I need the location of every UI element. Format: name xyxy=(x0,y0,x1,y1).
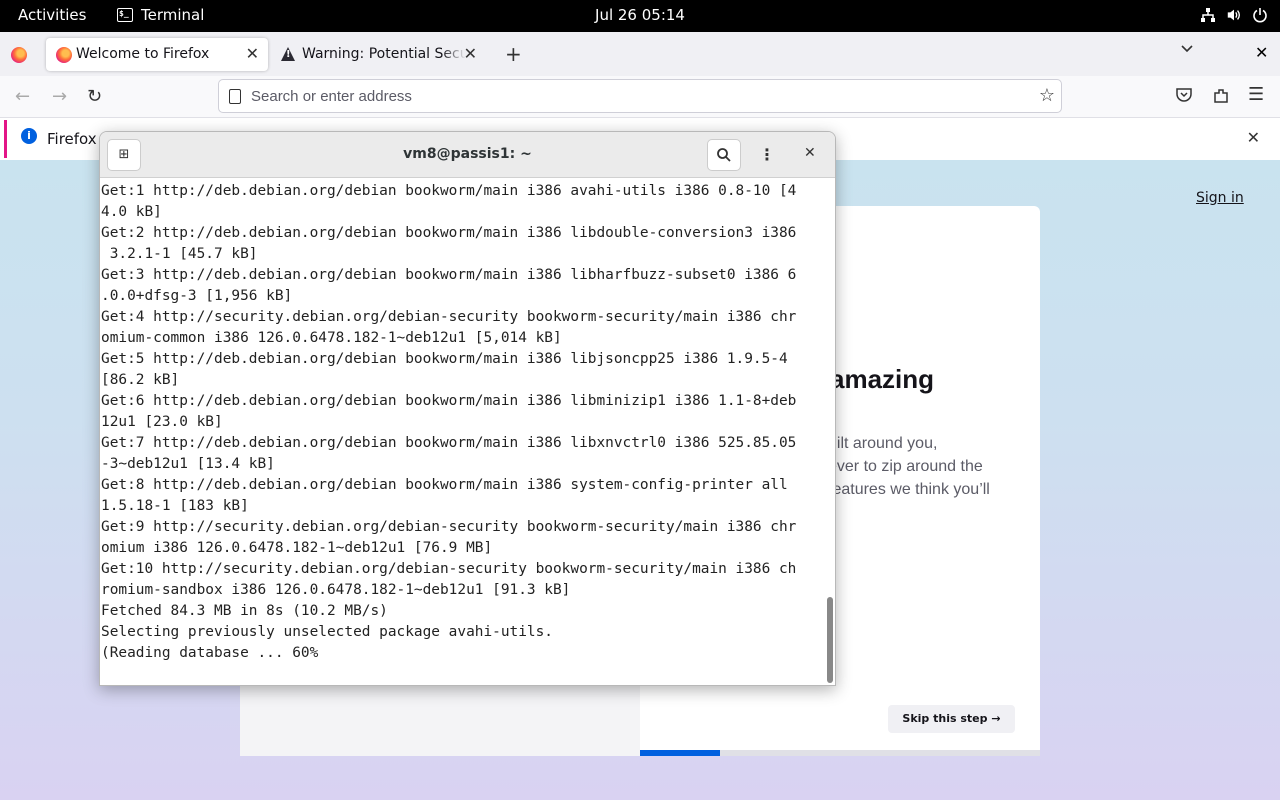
volume-icon[interactable] xyxy=(1226,6,1242,24)
tab-strip: Welcome to Firefox ✕ Warning: Potential … xyxy=(0,32,1280,76)
welcome-body: uilt around you, ever to zip around the … xyxy=(828,432,1028,501)
close-icon[interactable]: ✕ xyxy=(1247,128,1260,147)
search-icon[interactable] xyxy=(707,139,741,171)
welcome-card-left-panel xyxy=(240,680,640,756)
terminal-line: Get:8 http://deb.debian.org/debian bookw… xyxy=(101,477,788,493)
system-tray[interactable] xyxy=(1200,6,1268,24)
tab-welcome[interactable]: Welcome to Firefox ✕ xyxy=(46,38,268,71)
terminal-line: (Reading database ... 60% xyxy=(101,645,319,661)
terminal-scrollbar-thumb[interactable] xyxy=(827,597,833,683)
terminal-line: Get:7 http://deb.debian.org/debian bookw… xyxy=(101,435,797,451)
address-bar[interactable]: ☆ xyxy=(218,79,1062,113)
power-icon[interactable] xyxy=(1252,6,1268,24)
welcome-body-line: ever to zip around the xyxy=(828,458,983,475)
onboarding-progress-bar xyxy=(640,750,1040,756)
info-icon: i xyxy=(21,128,37,144)
terminal-line: Get:3 http://deb.debian.org/debian bookw… xyxy=(101,267,797,283)
welcome-body-line: features we think you’ll xyxy=(828,481,990,498)
plus-icon[interactable]: + xyxy=(505,42,522,66)
onboarding-progress-fill xyxy=(640,750,720,756)
skip-step-button[interactable]: Skip this step → xyxy=(888,705,1015,733)
terminal-line: [86.2 kB] xyxy=(101,372,180,388)
extensions-icon[interactable] xyxy=(1212,87,1230,110)
network-icon[interactable] xyxy=(1200,6,1216,24)
terminal-line: Get:2 http://deb.debian.org/debian bookw… xyxy=(101,225,797,241)
gnome-top-bar: Activities $_ Terminal Jul 26 05:14 xyxy=(0,0,1280,32)
close-icon[interactable]: ✕ xyxy=(246,44,259,63)
terminal-line: omium-common i386 126.0.6478.182-1~deb12… xyxy=(101,330,562,346)
tab-warning[interactable]: Warning: Potential Security Risk Ahead ✕ xyxy=(272,38,486,71)
pocket-icon[interactable] xyxy=(1175,87,1193,108)
terminal-line: Fetched 84.3 MB in 8s (10.2 MB/s) xyxy=(101,603,388,619)
close-icon[interactable]: ✕ xyxy=(804,145,816,161)
terminal-window[interactable]: ⊞ vm8@passis1: ~ ⋮ ✕ Get:1 http://deb.de… xyxy=(99,131,836,686)
tab-label: Warning: Potential Security Risk Ahead xyxy=(302,46,466,62)
welcome-body-line: uilt around you, xyxy=(828,435,938,452)
terminal-header-bar[interactable]: ⊞ vm8@passis1: ~ ⋮ ✕ xyxy=(100,132,835,178)
sign-in-link[interactable]: Sign in xyxy=(1196,190,1244,206)
terminal-line: Get:9 http://security.debian.org/debian-… xyxy=(101,519,797,535)
terminal-line: 12u1 [23.0 kB] xyxy=(101,414,223,430)
welcome-heading: amazing xyxy=(830,364,935,394)
chevron-down-icon[interactable] xyxy=(1180,42,1194,58)
app-menu-button[interactable]: $_ Terminal xyxy=(117,6,204,24)
warning-icon xyxy=(281,47,295,61)
firefox-icon xyxy=(56,47,72,63)
terminal-scrollbar[interactable] xyxy=(824,179,835,685)
terminal-line: Get:5 http://deb.debian.org/debian bookw… xyxy=(101,351,788,367)
star-icon[interactable]: ☆ xyxy=(1039,85,1055,106)
tab-label: Welcome to Firefox xyxy=(76,46,210,62)
terminal-line: Get:4 http://security.debian.org/debian-… xyxy=(101,309,797,325)
terminal-line: Get:6 http://deb.debian.org/debian bookw… xyxy=(101,393,797,409)
navigation-toolbar: ← → ↻ ☆ ☰ xyxy=(0,76,1280,118)
terminal-line: Selecting previously unselected package … xyxy=(101,624,553,640)
close-icon[interactable]: ✕ xyxy=(464,44,477,63)
terminal-icon: $_ xyxy=(117,8,133,22)
terminal-line: 3.2.1-1 [45.7 kB] xyxy=(101,246,258,262)
terminal-line: romium-sandbox i386 126.0.6478.182-1~deb… xyxy=(101,582,571,598)
terminal-line: Get:1 http://deb.debian.org/debian bookw… xyxy=(101,183,797,199)
terminal-line: omium i386 126.0.6478.182-1~deb12u1 [76.… xyxy=(101,540,493,556)
terminal-output[interactable]: Get:1 http://deb.debian.org/debian bookw… xyxy=(101,181,823,681)
address-input[interactable] xyxy=(251,86,1011,106)
firefox-icon[interactable] xyxy=(11,47,27,63)
hamburger-menu-icon[interactable]: ☰ xyxy=(1248,84,1264,105)
close-icon[interactable]: ✕ xyxy=(1255,43,1268,62)
terminal-line: -3~deb12u1 [13.4 kB] xyxy=(101,456,275,472)
kebab-menu-icon[interactable]: ⋮ xyxy=(750,139,784,171)
terminal-line: .0.0+dfsg-3 [1,956 kB] xyxy=(101,288,293,304)
terminal-line: Get:10 http://security.debian.org/debian… xyxy=(101,561,797,577)
activities-button[interactable]: Activities xyxy=(18,6,86,24)
terminal-line: 1.5.18-1 [183 kB] xyxy=(101,498,249,514)
reload-icon[interactable]: ↻ xyxy=(87,86,102,107)
terminal-line: 4.0 kB] xyxy=(101,204,162,220)
forward-arrow-icon[interactable]: → xyxy=(52,86,67,107)
app-menu-label: Terminal xyxy=(141,6,205,24)
clock[interactable]: Jul 26 05:14 xyxy=(595,6,685,24)
back-arrow-icon[interactable]: ← xyxy=(15,86,30,107)
page-icon xyxy=(229,89,241,104)
